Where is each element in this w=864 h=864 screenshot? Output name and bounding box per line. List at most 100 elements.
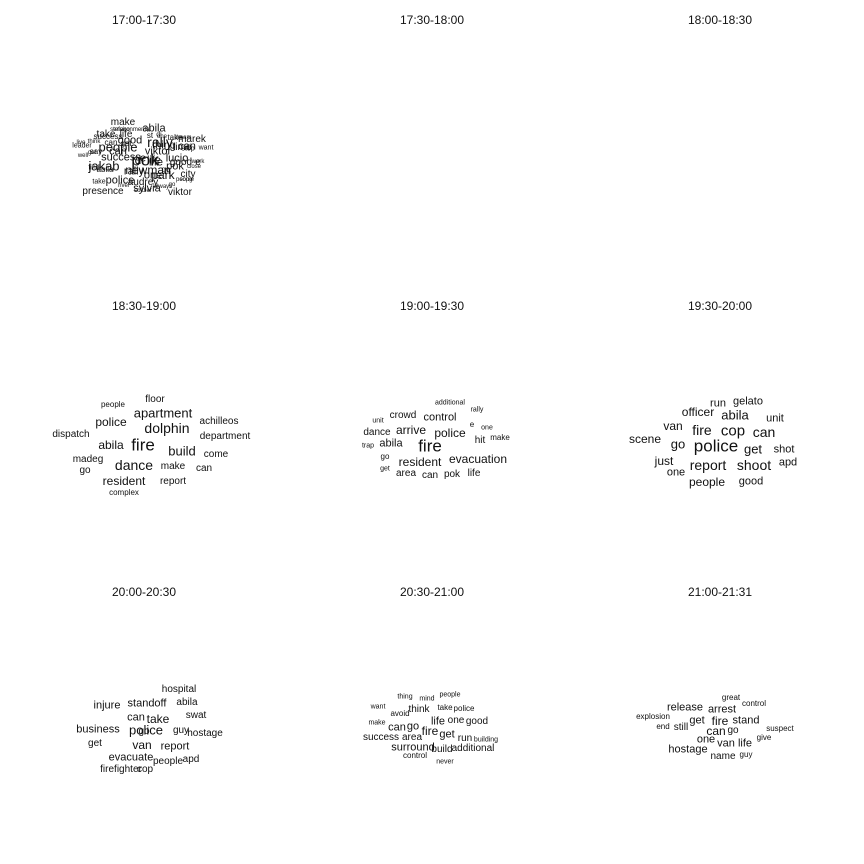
cloud-word: life [467,468,481,479]
cloud-word: trap [361,442,375,450]
cloud-word: dispatch [52,429,90,440]
cloud-word: dance [114,457,154,473]
wordcloud-panel: 20:00-20:30 police take van can business evacu… [0,572,288,860]
wordcloud-panel: 18:30-19:00 fire dolphin dance apartment buil… [0,286,288,574]
wordcloud-panel: 17:30-18:00 good viktor success e life pok rall… [88,0,576,288]
cloud-word: hostage [668,743,708,756]
cloud-word: unit [372,417,384,425]
cloud-word: mind [419,695,435,703]
word-cloud: fire evacuation resident police arrive contro… [288,286,576,574]
wordcloud-panel: 19:30-20:00 police cop fire can shoot report ab… [576,286,864,574]
wordcloud-panel: 18:00-18:30 newman dr can thing life audrey goo… [76,0,864,288]
cloud-word: achilleos [199,416,239,427]
cloud-word: thing [397,693,413,701]
cloud-word: apd [778,456,798,469]
cloud-word: resident [398,455,442,469]
cloud-word: can [195,463,213,474]
cloud-word: police [693,436,739,456]
cloud-word: dream [174,135,192,141]
cloud-word: can [421,470,439,481]
cloud-word: soldier [134,188,152,194]
cloud-word: think [408,704,430,715]
cloud-word: police [95,415,127,429]
cloud-word: success [362,732,400,743]
cloud-word: build [168,443,196,459]
cloud-word: take [92,178,106,186]
cloud-word: always [153,184,173,190]
cloud-word: build [431,744,453,755]
cloud-word: go [727,725,739,736]
cloud-word: can [752,424,776,440]
cloud-word: abila [721,407,749,423]
word-cloud: fire dolphin dance apartment build police abil… [0,286,288,574]
cloud-word: additional [435,399,465,407]
cloud-word: go [670,436,686,452]
cloud-word: stop [181,145,195,153]
cloud-word: people [175,177,195,183]
cloud-word: just [654,454,674,468]
cloud-word: resident [102,474,146,488]
cloud-word: still [673,722,689,733]
cloud-word: get [743,441,763,457]
cloud-word: evacuate [108,751,154,764]
word-cloud-grid: 17:00-17:30 pok rally people jakab park lucio a… [0,0,864,864]
cloud-word: make [490,433,510,442]
wordcloud-panel: 21:00-21:31 fire can hostage van life one get re… [576,572,864,860]
cloud-word: environmental [113,127,151,133]
cloud-word: report [689,457,727,473]
word-cloud: fire can hostage van life one get release arrest… [576,572,864,860]
word-cloud: police cop fire can shoot report abila go get jus… [576,286,864,574]
cloud-word: standoff [127,697,167,710]
cloud-word: find [88,164,100,172]
cloud-word: want [370,703,386,711]
cloud-word: people [688,475,726,489]
cloud-word: fire [131,435,155,455]
cloud-word: control [402,751,428,760]
cloud-word: department [199,431,251,442]
cloud-word: go [138,726,150,737]
cloud-word: life [146,154,162,167]
cloud-word: suspect [766,724,794,733]
word-cloud: police take van can business evacuate injure re… [0,572,288,860]
cloud-word: name [710,751,736,762]
cloud-word: life [737,737,753,750]
cloud-word: get [689,714,705,727]
cloud-word: fire [418,436,442,456]
cloud-word: apartment [133,405,193,421]
cloud-word: run [457,733,473,744]
cloud-word: control [423,411,457,424]
word-cloud: pok rally people jakab park lucio abila can poli… [0,0,288,288]
cloud-word: hospital [161,684,197,695]
cloud-word: area [395,468,417,479]
wordcloud-panel: 17:00-17:30 pok rally people jakab park lucio a… [0,0,288,288]
cloud-word: one [481,424,493,432]
cloud-word: shoot [736,457,772,473]
cloud-word: swat [185,710,207,721]
cloud-word: dance [363,427,391,438]
cloud-word: dr [134,153,146,167]
word-cloud: good viktor success e life pok rally one time can… [88,0,576,288]
cloud-word: well [77,153,89,159]
cloud-word: one [156,134,168,140]
cloud-word: come [203,449,229,460]
cloud-word: life [430,715,446,728]
cloud-word: take [146,712,170,726]
cloud-word: cop [136,764,154,775]
cloud-word: van [132,738,152,752]
cloud-word: abila [176,697,198,708]
cloud-word: report [159,476,187,487]
cloud-word: explosion [636,712,670,721]
cloud-word: success [93,132,123,141]
cloud-word: go [380,452,390,461]
cloud-word: make [160,461,186,472]
cloud-word: dolphin [144,420,190,436]
cloud-word: arrive [395,423,427,437]
cloud-word: business [76,723,120,736]
cloud-word: rally [470,406,484,414]
cloud-word: people [439,691,461,699]
cloud-word: police [434,426,466,440]
cloud-word: get [120,139,132,148]
cloud-word: give [756,733,772,742]
cloud-word: guy [172,725,190,736]
cloud-word: pok [443,469,461,480]
